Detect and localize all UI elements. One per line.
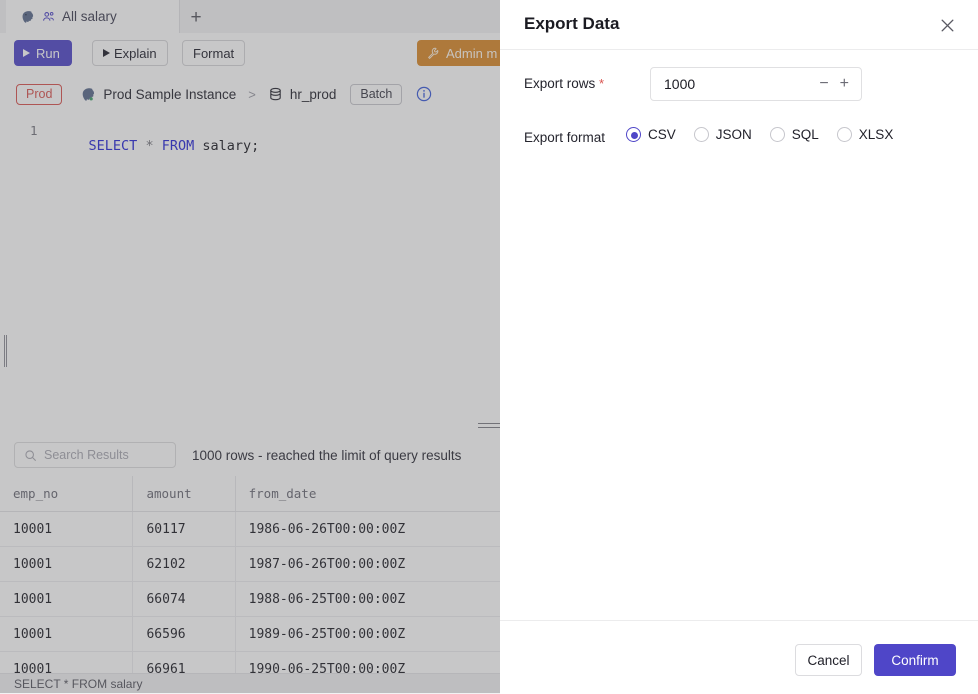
export-rows-stepper[interactable]: 1000 − + (650, 67, 862, 101)
dialog-title: Export Data (524, 14, 619, 34)
confirm-button[interactable]: Confirm (874, 644, 956, 676)
radio-option-xlsx[interactable]: XLSX (837, 127, 894, 142)
required-marker: * (599, 76, 604, 91)
export-format-row: Export format CSV JSON SQL XLSX (524, 127, 964, 149)
radio-label: SQL (792, 127, 819, 142)
radio-indicator-icon[interactable] (770, 127, 785, 142)
radio-indicator-icon[interactable] (626, 127, 641, 142)
close-icon[interactable] (936, 14, 958, 36)
dialog-body: Export rows * 1000 − + Export format CSV… (500, 49, 978, 620)
cancel-button[interactable]: Cancel (795, 644, 862, 676)
export-data-dialog: Export Data Export rows * 1000 − + Expor… (500, 0, 978, 693)
export-rows-label: Export rows * (524, 76, 604, 91)
stepper-controls: − + (819, 76, 849, 92)
increment-button[interactable]: + (840, 76, 849, 92)
radio-option-json[interactable]: JSON (694, 127, 752, 142)
radio-option-csv[interactable]: CSV (626, 127, 676, 142)
export-format-radio-group[interactable]: CSV JSON SQL XLSX (626, 127, 911, 142)
radio-indicator-icon[interactable] (837, 127, 852, 142)
radio-label: XLSX (859, 127, 894, 142)
export-rows-row: Export rows * 1000 − + (524, 67, 954, 101)
radio-label: JSON (716, 127, 752, 142)
modal-backdrop[interactable] (0, 0, 500, 693)
export-format-label: Export format (524, 127, 605, 149)
radio-label: CSV (648, 127, 676, 142)
dialog-header: Export Data (500, 0, 978, 50)
dialog-footer: Cancel Confirm (500, 620, 978, 694)
radio-option-sql[interactable]: SQL (770, 127, 819, 142)
decrement-button[interactable]: − (819, 76, 828, 92)
radio-indicator-icon[interactable] (694, 127, 709, 142)
export-rows-value[interactable]: 1000 (664, 76, 695, 92)
